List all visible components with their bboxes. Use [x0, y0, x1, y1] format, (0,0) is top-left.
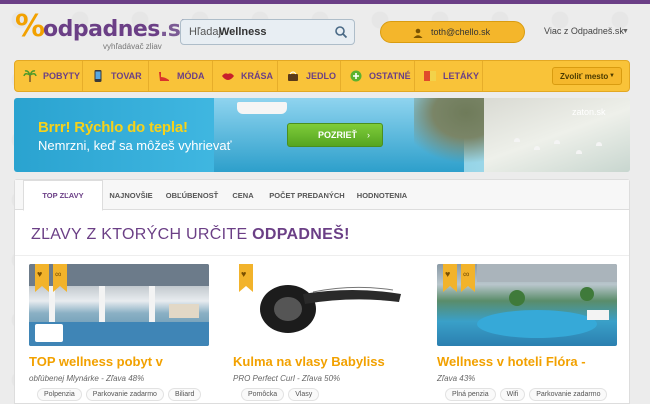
favorite-button[interactable]: ♥ — [239, 264, 253, 292]
nav-item-letaky[interactable]: LETÁKY — [415, 61, 483, 91]
deal-title[interactable]: Kulma na vlasy Babyliss — [233, 354, 385, 369]
tag: Polpenzia — [37, 388, 82, 401]
user-account-button[interactable]: toth@chello.sk — [380, 21, 525, 43]
deal-tags: Plná penzia Wifi Parkovanie zadarmo — [445, 388, 608, 401]
banner-view-button[interactable]: POZRIEŤ › — [287, 123, 383, 147]
banner-subtitle: Nemrzni, keď sa môžeš vyhrievať — [38, 138, 232, 153]
favorite-button[interactable]: ♥ — [35, 264, 49, 292]
section-heading: ZĽAVY Z KTORÝCH URČITE ODPADNEŠ! — [31, 226, 350, 243]
deal-title[interactable]: TOP wellness pobyt v — [29, 354, 163, 369]
tab-hodnotenia[interactable]: HODNOTENIA — [355, 180, 409, 210]
tab-oblubenost[interactable]: OBĽÚBENOSŤ — [163, 180, 221, 210]
tag: Wifi — [499, 388, 526, 401]
promo-banner[interactable]: Brrr! Rýchlo do tepla! Nemrzni, keď sa m… — [14, 98, 630, 172]
logo-tagline: vyhľadávač zliav — [103, 42, 162, 51]
search-label: Hľadaj — [189, 26, 221, 38]
chevron-right-icon: › — [367, 130, 370, 140]
hair-curler-illustration — [260, 285, 401, 333]
share-button[interactable]: ∞ — [461, 264, 475, 292]
chevron-down-icon[interactable]: ▼ — [622, 28, 629, 35]
more-menu-link[interactable]: Viac z Odpadneš.sk — [544, 26, 624, 36]
chevron-down-icon: ▼ — [609, 73, 615, 79]
tag: Parkovanie zadarmo — [529, 388, 608, 401]
search-input[interactable]: Wellness — [219, 26, 267, 38]
nav-item-ostatne[interactable]: OSTATNÉ — [341, 61, 415, 91]
tab-pocet-predanych[interactable]: POČET PREDANÝCH — [265, 180, 349, 210]
deal-title[interactable]: Wellness v hoteli Flóra - — [437, 354, 586, 369]
header: % odpadnes.sk vyhľadávač zliav Hľadaj We… — [0, 4, 650, 56]
deal-tags: Pomôcka Vlasy — [241, 388, 320, 401]
food-icon — [288, 71, 298, 81]
penzion-logo — [35, 324, 63, 342]
deal-image-wellness[interactable]: ♥ ∞ — [29, 264, 209, 346]
heart-icon: ♥ — [37, 269, 43, 279]
search-box[interactable]: Hľadaj Wellness — [180, 19, 355, 45]
umbrella-shape — [554, 140, 560, 144]
palm-icon — [23, 70, 37, 82]
heart-icon: ♥ — [445, 269, 451, 279]
banner-title: Brrr! Rýchlo do tepla! — [38, 119, 188, 136]
flyer-icon — [424, 71, 436, 81]
umbrella-shape — [576, 150, 582, 154]
glasses-icon: ∞ — [463, 269, 470, 279]
nav-item-krasa[interactable]: KRÁSA — [213, 61, 278, 91]
nav-item-moda[interactable]: MÓDA — [149, 61, 213, 91]
divider — [15, 255, 629, 256]
shoe-icon — [159, 72, 169, 81]
boat-shape — [237, 102, 287, 114]
deal-description: PRO Perfect Curl - Zľava 50% — [233, 374, 341, 383]
tag: Biliard — [167, 388, 202, 401]
tag: Vlasy — [288, 388, 320, 401]
share-button[interactable]: ∞ — [53, 264, 67, 292]
user-email: toth@chello.sk — [431, 27, 491, 37]
deal-description: Zľava 43% — [437, 374, 476, 383]
tab-top-zlavy[interactable]: TOP ZĽAVY — [23, 180, 103, 211]
deal-description: obľúbenej Mlynárke - Zľava 48% — [29, 374, 145, 383]
deal-image-hotel-flora[interactable]: ♥ ∞ — [437, 264, 617, 346]
user-icon — [413, 28, 423, 38]
tab-najnovsie[interactable]: NAJNOVŠIE — [107, 180, 155, 210]
banner-source: zaton.sk — [572, 107, 606, 117]
deal-tags: Polpenzia Parkovanie zadarmo Biliard — [37, 388, 202, 401]
umbrella-shape — [514, 138, 520, 142]
favorite-button[interactable]: ♥ — [443, 264, 457, 292]
umbrella-shape — [596, 142, 602, 146]
tag: Pomôcka — [241, 388, 285, 401]
deal-image-curler[interactable]: ♥ — [233, 264, 413, 346]
deal-card[interactable]: ♥ Kulma na vlasy Babyliss PRO Perfect Cu… — [233, 264, 413, 404]
glasses-icon: ∞ — [55, 269, 62, 279]
nav-item-tovar[interactable]: TOVAR — [83, 61, 149, 91]
category-nav: POBYTY TOVAR MÓDA KRÁSA JEDLO OSTATNÉ LE… — [14, 60, 630, 92]
tag: Parkovanie zadarmo — [85, 388, 164, 401]
sort-tabs: TOP ZĽAVY NAJNOVŠIE OBĽÚBENOSŤ CENA POČE… — [15, 180, 629, 211]
logo-text: odpadnes.sk — [43, 17, 195, 42]
heart-icon: ♥ — [241, 269, 247, 279]
deal-card[interactable]: ♥ ∞ Wellness v hoteli Flóra - Zľava 43% … — [437, 264, 617, 404]
site-logo[interactable]: % odpadnes.sk vyhľadávač zliav — [15, 9, 195, 52]
phone-icon — [94, 70, 102, 82]
search-icon[interactable] — [334, 25, 348, 39]
umbrella-shape — [534, 146, 540, 150]
city-select[interactable]: Zvoliť mesto ▼ — [552, 67, 622, 85]
banner-beach-image — [484, 98, 630, 172]
tag: Plná penzia — [445, 388, 496, 401]
tab-cena[interactable]: CENA — [227, 180, 259, 210]
deal-card[interactable]: ♥ ∞ TOP wellness pobyt v obľúbenej Mlyná… — [29, 264, 209, 404]
deals-panel: TOP ZĽAVY NAJNOVŠIE OBĽÚBENOSŤ CENA POČE… — [14, 179, 630, 404]
nav-item-jedlo[interactable]: JEDLO — [278, 61, 341, 91]
plus-icon — [350, 70, 362, 82]
nav-item-pobyty[interactable]: POBYTY — [15, 61, 83, 91]
lips-icon — [222, 73, 234, 80]
percent-logo-icon: % — [15, 9, 46, 44]
